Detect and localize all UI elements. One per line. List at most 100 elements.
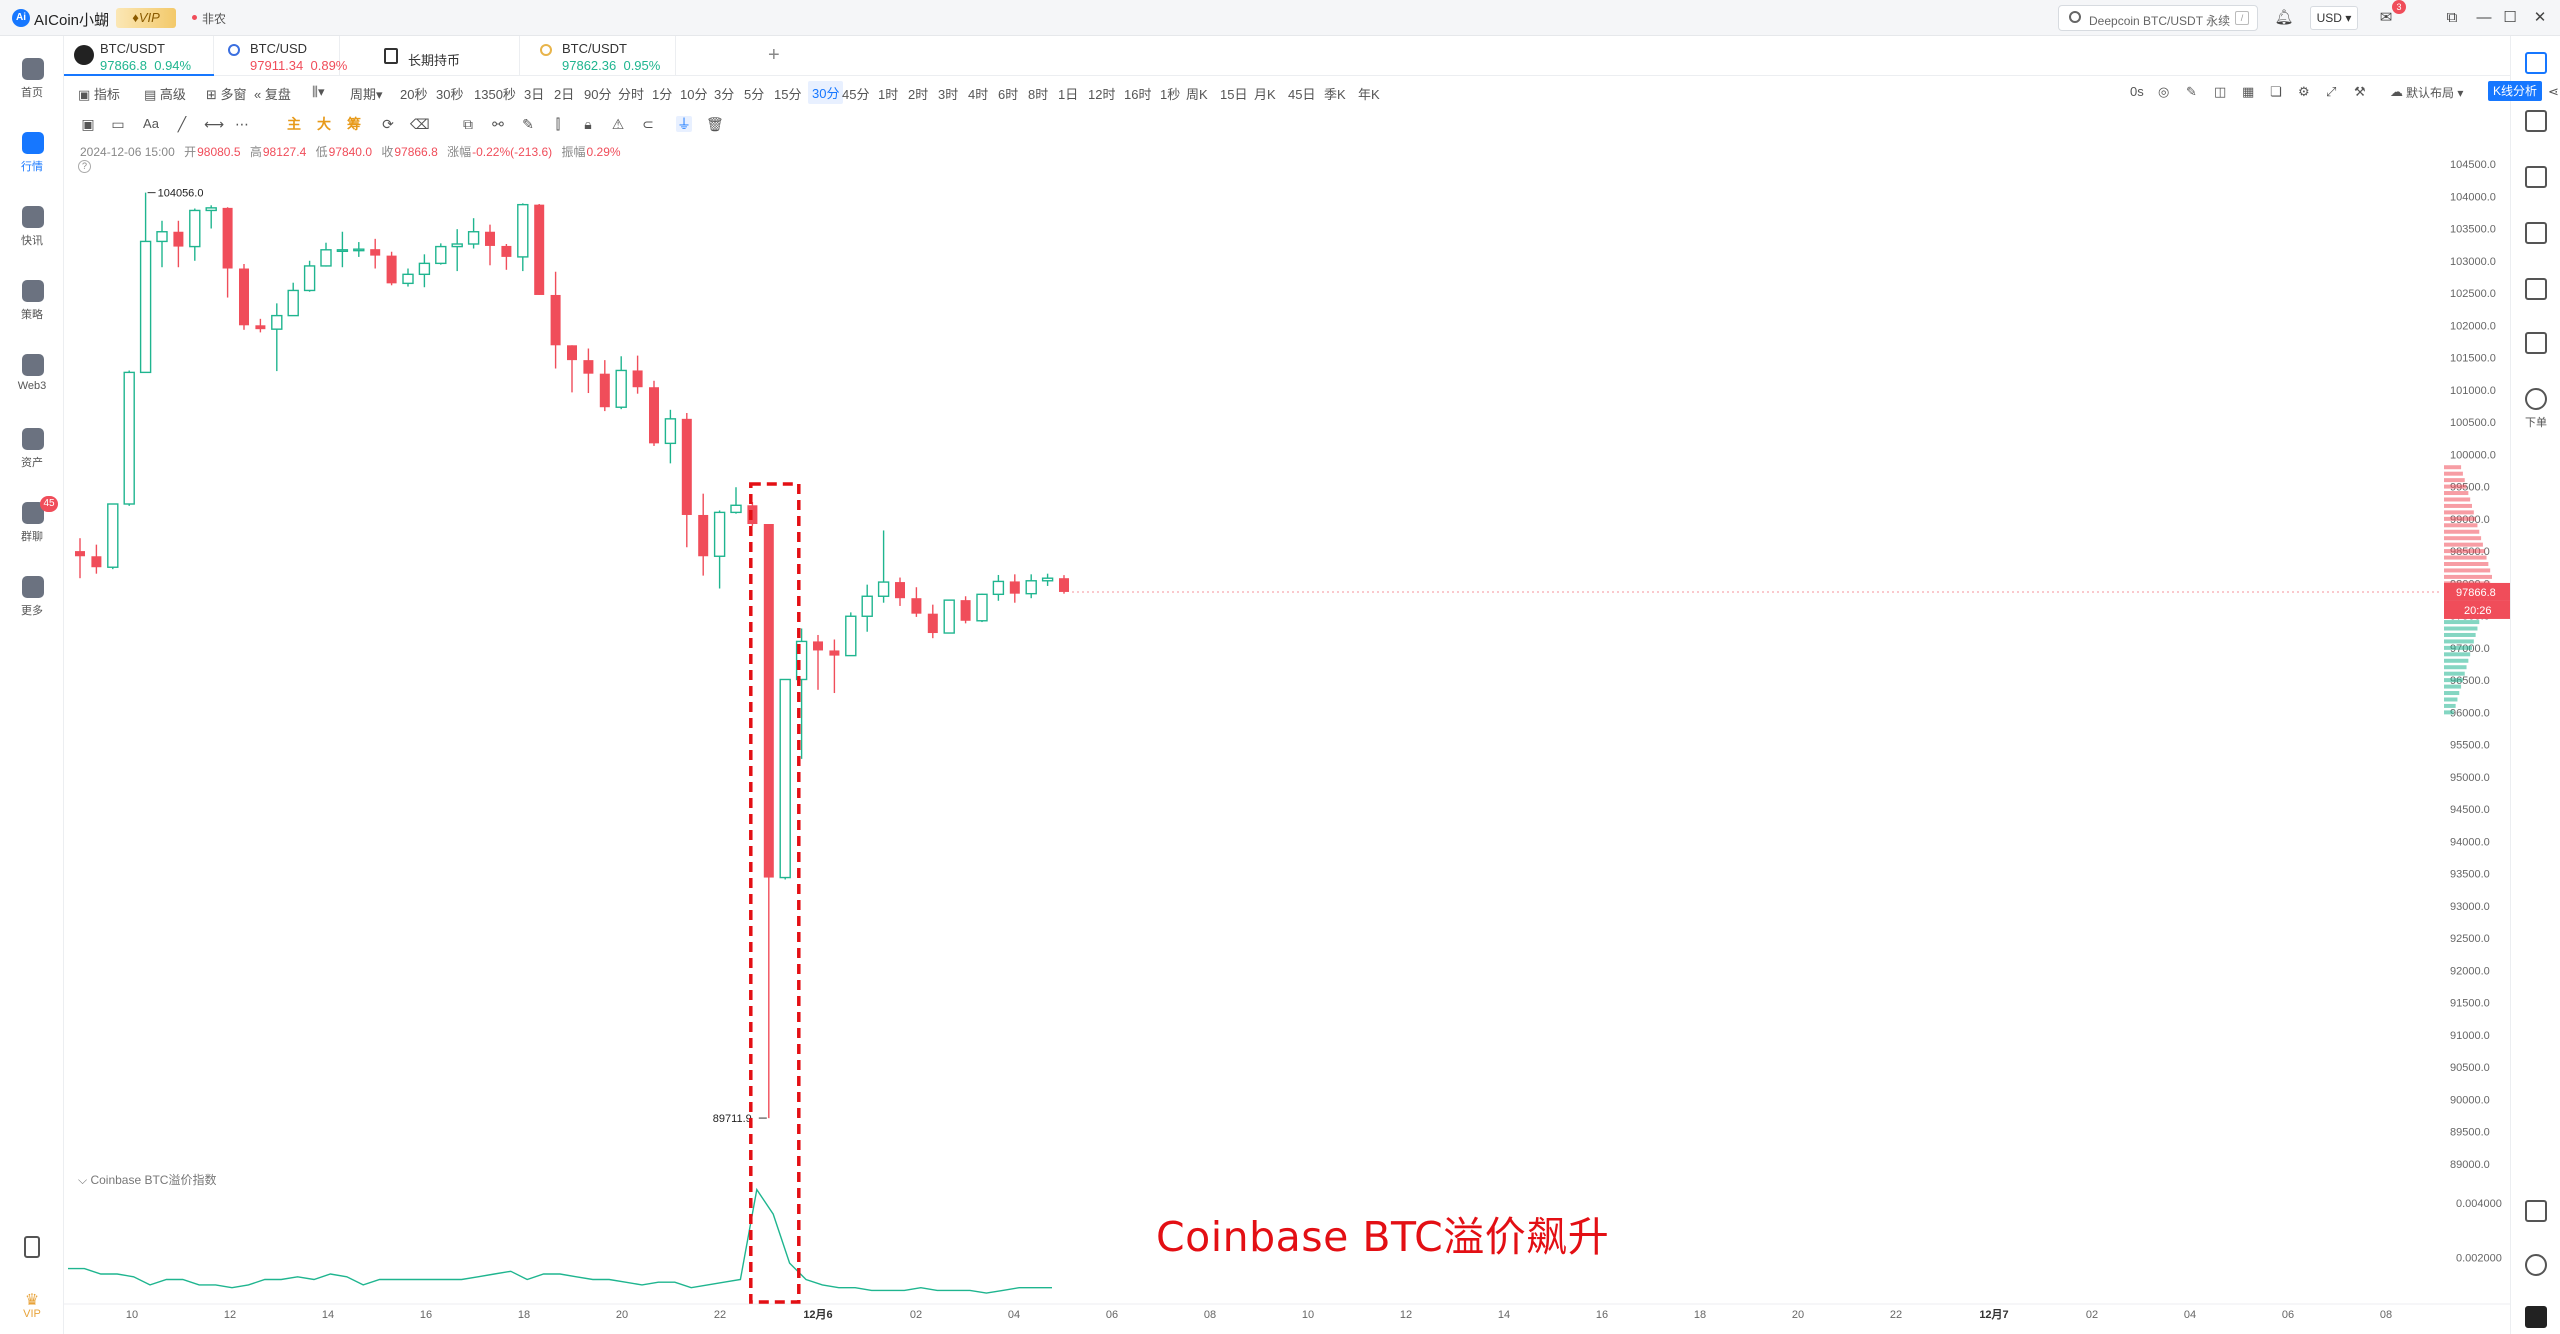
maximize-icon[interactable]: ☐ bbox=[2500, 8, 2520, 28]
nav-assets[interactable]: 资产 bbox=[0, 418, 64, 478]
period-option[interactable]: 8时 bbox=[1028, 84, 1048, 103]
period-option[interactable]: 1分 bbox=[652, 84, 672, 103]
nav-home[interactable]: 首页 bbox=[0, 48, 64, 108]
period-option[interactable]: 3时 bbox=[938, 84, 958, 103]
big-button[interactable]: 大 bbox=[316, 116, 332, 132]
bell-icon[interactable]: 🔔︎ bbox=[2274, 8, 2294, 28]
nav-news[interactable]: 快讯 bbox=[0, 196, 64, 256]
period-option[interactable]: 3分 bbox=[714, 84, 734, 103]
period-option[interactable]: 月K bbox=[1254, 84, 1276, 103]
period-option[interactable]: 20秒 bbox=[400, 84, 427, 103]
kline-chart[interactable]: 104500.0 104000.0 103500.0 103000.0 102500.0… bbox=[64, 138, 2510, 1334]
layout-select[interactable]: 默认布局 ▾ bbox=[2406, 84, 2463, 101]
main-button[interactable]: 主 bbox=[286, 116, 302, 132]
period-option[interactable]: 30分 bbox=[808, 81, 844, 104]
close-icon[interactable]: ✕ bbox=[2530, 8, 2550, 28]
vip-crown-icon[interactable]: ♛ bbox=[0, 1290, 64, 1310]
nav-strategy[interactable]: 策略 bbox=[0, 270, 64, 330]
period-option[interactable]: 分时 bbox=[618, 84, 644, 103]
cloud-icon[interactable]: ☁ bbox=[2390, 84, 2403, 100]
period-option[interactable]: 周K bbox=[1186, 84, 1208, 103]
pen-icon[interactable]: ✎ bbox=[2186, 84, 2197, 100]
period-option[interactable]: 10分 bbox=[680, 84, 707, 103]
lock-icon[interactable]: 🔒︎ bbox=[580, 116, 596, 132]
indicators-button[interactable]: ▣ 指标 bbox=[78, 84, 120, 103]
minimize-icon[interactable]: — bbox=[2474, 8, 2494, 28]
period-option[interactable]: 90分 bbox=[584, 84, 611, 103]
period-option[interactable]: 45日 bbox=[1288, 84, 1315, 103]
period-option[interactable]: 2时 bbox=[908, 84, 928, 103]
advanced-button[interactable]: ▤ 高级 bbox=[144, 84, 186, 103]
trash-icon[interactable]: 🗑︎ bbox=[706, 116, 724, 132]
line-icon[interactable]: ╱ bbox=[174, 116, 190, 132]
trades-icon[interactable] bbox=[2525, 166, 2547, 188]
settings-icon[interactable]: ⚙ bbox=[2298, 84, 2310, 100]
vip-badge[interactable]: ♦VIP bbox=[116, 8, 176, 28]
tab-btc-usdt-2[interactable]: BTC/USDT 97862.36 0.95% bbox=[526, 36, 676, 76]
eraser-icon[interactable]: ⌫ bbox=[410, 116, 430, 132]
tab-btc-usd[interactable]: BTC/USD 97911.34 0.89% bbox=[214, 36, 347, 76]
chart-type-button[interactable]: ⫼▾ bbox=[312, 84, 325, 100]
period-dropdown[interactable]: 周期▾ bbox=[350, 84, 383, 103]
replay-button[interactable]: « 复盘 bbox=[254, 84, 291, 103]
period-option[interactable]: 4时 bbox=[968, 84, 988, 103]
popout-icon[interactable]: ⧉ bbox=[2442, 8, 2462, 28]
currency-select[interactable]: USD ▾ bbox=[2310, 6, 2358, 30]
watchlist-icon[interactable] bbox=[2525, 52, 2547, 74]
rectangle-icon[interactable]: ▭ bbox=[110, 116, 126, 132]
brush-icon[interactable]: ✎ bbox=[520, 116, 536, 132]
period-option[interactable]: 1350秒 bbox=[474, 84, 516, 103]
period-option[interactable]: 16时 bbox=[1124, 84, 1151, 103]
period-option[interactable]: 15分 bbox=[774, 84, 801, 103]
calculator-icon[interactable] bbox=[2525, 1200, 2547, 1222]
nav-market[interactable]: 行情 bbox=[0, 122, 64, 182]
period-option[interactable]: 6时 bbox=[998, 84, 1018, 103]
search-box[interactable]: Deepcoin BTC/USDT 永续 / bbox=[2058, 5, 2258, 31]
magnet-icon[interactable]: ⊂ bbox=[640, 116, 656, 132]
period-option[interactable]: 5分 bbox=[744, 84, 764, 103]
share-icon[interactable]: ⋖ bbox=[2548, 84, 2559, 100]
order-icon[interactable] bbox=[2525, 388, 2547, 410]
copy-icon[interactable]: ⧉ bbox=[460, 116, 476, 132]
orderbook-icon[interactable] bbox=[2525, 110, 2547, 132]
robot-assistant-icon[interactable] bbox=[2525, 1306, 2547, 1328]
candle-icon[interactable]: ⫿ bbox=[550, 116, 566, 132]
period-option[interactable]: 2日 bbox=[554, 84, 574, 103]
nav-chat[interactable]: 群聊 45 bbox=[0, 492, 64, 552]
template-icon[interactable]: ▦ bbox=[2242, 84, 2254, 100]
period-option[interactable]: 1时 bbox=[878, 84, 898, 103]
refresh-icon[interactable]: ⟳ bbox=[380, 116, 396, 132]
fullscreen-icon[interactable]: ⤢ bbox=[2326, 84, 2336, 100]
filter-icon[interactable]: ⏚ bbox=[676, 116, 692, 132]
headset-icon[interactable] bbox=[2525, 1254, 2547, 1276]
layers-icon[interactable]: ❏ bbox=[2270, 84, 2282, 100]
chip-button[interactable]: 筹 bbox=[346, 116, 362, 132]
mobile-icon[interactable] bbox=[24, 1236, 40, 1258]
period-option[interactable]: 年K bbox=[1358, 84, 1380, 103]
depth-icon[interactable] bbox=[2525, 222, 2547, 244]
period-option[interactable]: 12时 bbox=[1088, 84, 1115, 103]
nav-more[interactable]: 更多 bbox=[0, 566, 64, 626]
select-icon[interactable]: ▣ bbox=[80, 116, 96, 132]
kline-analysis-button[interactable]: K线分析 bbox=[2488, 81, 2542, 101]
text-tool-icon[interactable]: Aa bbox=[140, 116, 162, 132]
link-icon[interactable]: ⚯ bbox=[490, 116, 506, 132]
info-icon[interactable] bbox=[2525, 278, 2547, 300]
tab-btc-usdt[interactable]: BTC/USDT 97866.8 0.94% bbox=[64, 36, 214, 76]
window-icon[interactable]: ◫ bbox=[2214, 84, 2226, 100]
nav-web3[interactable]: Web3 bbox=[0, 344, 64, 404]
period-option[interactable]: 45分 bbox=[842, 84, 869, 103]
add-tab-icon[interactable]: + bbox=[768, 44, 780, 67]
period-option[interactable]: 15日 bbox=[1220, 84, 1247, 103]
horizontal-line-icon[interactable]: ⟷ bbox=[204, 116, 224, 132]
period-option[interactable]: 季K bbox=[1324, 84, 1346, 103]
position-icon[interactable] bbox=[2525, 332, 2547, 354]
multi-chart-button[interactable]: ⊞ 多窗 bbox=[206, 84, 247, 103]
period-option[interactable]: 30秒 bbox=[436, 84, 463, 103]
more-dots-icon[interactable]: ⋯ bbox=[234, 116, 250, 132]
tab-long-term-holding[interactable]: 长期持币 bbox=[372, 36, 520, 76]
period-option[interactable]: 1日 bbox=[1058, 84, 1078, 103]
period-option[interactable]: 3日 bbox=[524, 84, 544, 103]
news-ticker[interactable]: 非农 bbox=[202, 10, 226, 27]
camera-icon[interactable]: ◎ bbox=[2158, 84, 2169, 100]
